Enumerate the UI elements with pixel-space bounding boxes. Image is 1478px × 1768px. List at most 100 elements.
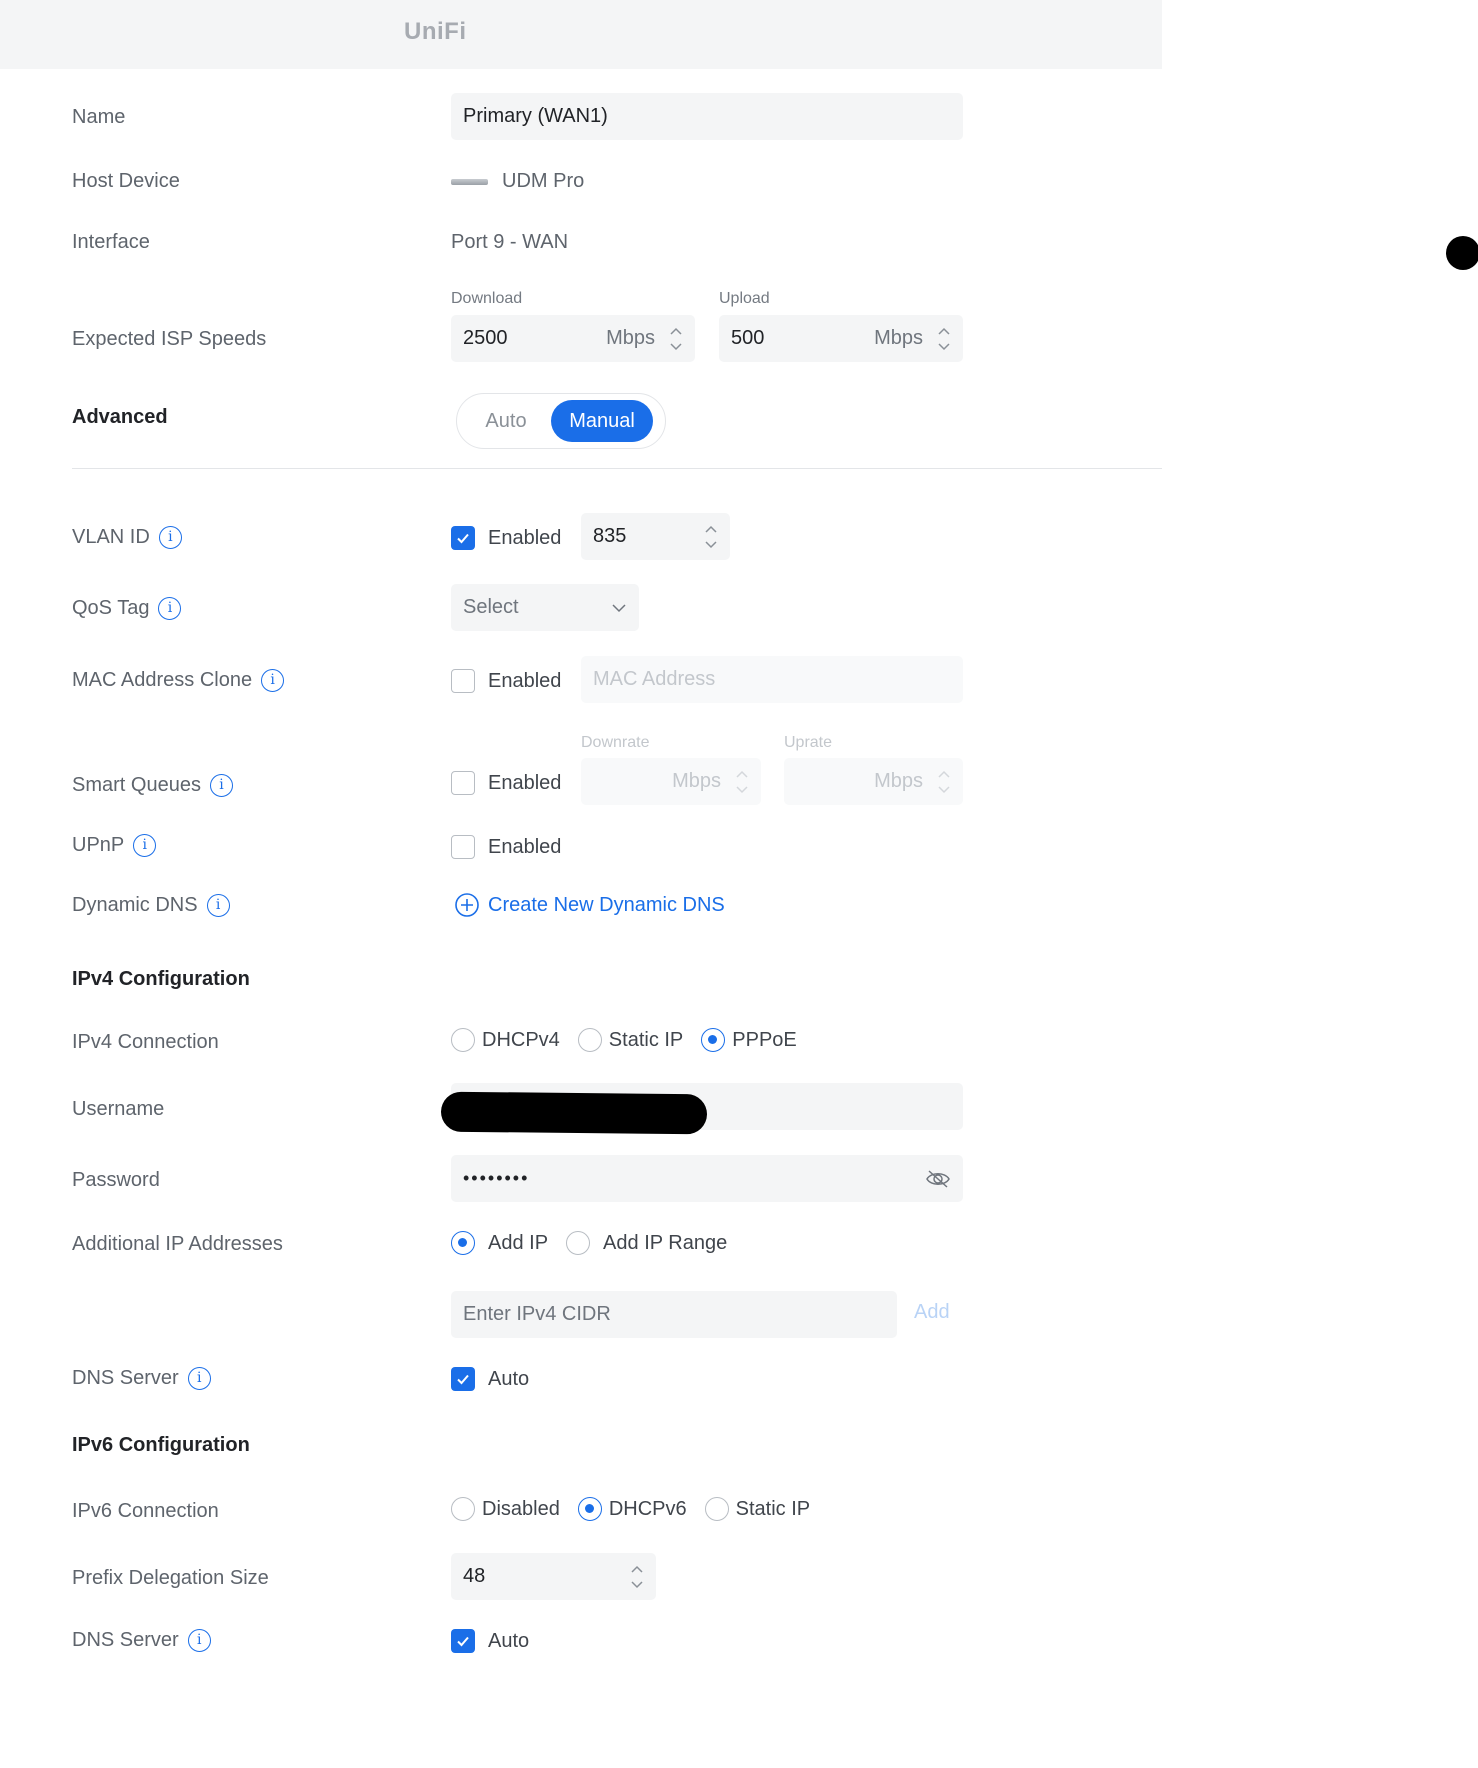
chevron-down-icon[interactable] (937, 342, 951, 352)
ipv4-radio-pppoe[interactable]: PPPoE (701, 1028, 797, 1052)
vlan-enabled-checkbox[interactable]: Enabled (451, 526, 561, 550)
ipv6-radio-disabled[interactable]: Disabled (451, 1497, 560, 1521)
info-icon[interactable]: i (158, 526, 182, 549)
host-device-name: UDM Pro (502, 170, 585, 192)
chevron-up-icon[interactable] (669, 326, 683, 336)
chevron-up-icon[interactable] (937, 769, 951, 779)
info-icon[interactable]: i (261, 669, 285, 692)
prefix-stepper[interactable] (630, 1564, 644, 1590)
mac-clone-label: MAC Address Clone i (72, 669, 285, 692)
mac-clone-checkbox[interactable]: Enabled (451, 669, 561, 693)
info-icon[interactable]: i (187, 1367, 211, 1390)
advanced-manual-option[interactable]: Manual (551, 400, 653, 442)
vlan-id-input[interactable]: 835 (581, 513, 730, 560)
mac-address-input[interactable]: MAC Address (581, 656, 963, 703)
radio-unselected-icon[interactable] (451, 1497, 475, 1521)
chevron-up-icon[interactable] (630, 1564, 644, 1574)
download-stepper[interactable] (669, 326, 683, 352)
info-icon[interactable]: i (187, 1629, 211, 1652)
ipv4-dns-label-text: DNS Server (72, 1367, 179, 1389)
additional-ip-radio-group: Add IP Add IP Range (451, 1231, 745, 1255)
chevron-down-icon[interactable] (704, 540, 718, 550)
upload-speed-input[interactable]: 500 Mbps (719, 315, 963, 362)
ipv6-dns-label: DNS Server i (72, 1629, 211, 1652)
smart-queues-label: Smart Queues i (72, 774, 233, 797)
plus-circle-icon (455, 893, 479, 917)
advanced-mode-toggle[interactable]: Auto Manual (456, 393, 666, 449)
radio-selected-icon[interactable] (701, 1028, 726, 1052)
info-icon[interactable]: i (206, 894, 230, 917)
ipv6-radio-static-ip[interactable]: Static IP (704, 1497, 810, 1521)
add-ip-radio[interactable]: Add IP (451, 1231, 548, 1255)
interface-value: Port 9 - WAN (451, 231, 569, 253)
radio-label: Disabled (482, 1497, 560, 1520)
radio-label: DHCPv6 (608, 1497, 687, 1520)
upload-unit: Mbps (874, 327, 923, 349)
info-icon[interactable]: i (209, 774, 233, 797)
ipv6-radio-dhcpv6[interactable]: DHCPv6 (577, 1497, 687, 1521)
checkbox-checked-icon[interactable] (451, 1367, 475, 1391)
info-icon[interactable]: i (158, 597, 182, 620)
advanced-auto-option[interactable]: Auto (461, 400, 551, 442)
chevron-up-icon[interactable] (937, 326, 951, 336)
add-ip-button[interactable]: Add (914, 1301, 950, 1324)
upnp-label-text: UPnP (72, 834, 125, 856)
chevron-down-icon[interactable] (735, 785, 749, 795)
radio-selected-icon[interactable] (451, 1231, 475, 1255)
checkbox-unchecked-icon[interactable] (451, 771, 475, 795)
vlan-id-label: VLAN ID i (72, 526, 182, 549)
checkbox-unchecked-icon[interactable] (451, 669, 475, 693)
chevron-down-icon[interactable] (669, 342, 683, 352)
ipv4-radio-static-ip[interactable]: Static IP (577, 1028, 684, 1052)
create-dynamic-dns-link[interactable]: Create New Dynamic DNS (454, 892, 725, 918)
chevron-up-icon[interactable] (704, 524, 718, 534)
ipv4-radio-dhcpv4[interactable]: DHCPv4 (451, 1028, 560, 1052)
uprate-input[interactable]: Mbps (784, 758, 963, 805)
chevron-down-icon[interactable] (937, 785, 951, 795)
ipv6-connection-radio-group: Disabled DHCPv6 Static IP (451, 1497, 828, 1521)
radio-label: Add IP Range (603, 1231, 728, 1254)
vlan-id-value: 835 (593, 525, 627, 547)
radio-unselected-icon[interactable] (566, 1231, 591, 1255)
chevron-up-icon[interactable] (735, 769, 749, 779)
uprate-stepper[interactable] (937, 769, 951, 795)
upnp-enabled-label: Enabled (488, 835, 562, 858)
ipv4-dns-auto-checkbox[interactable]: Auto (451, 1367, 529, 1391)
upload-stepper[interactable] (937, 326, 951, 352)
ipv4-cidr-input[interactable]: Enter IPv4 CIDR (451, 1291, 897, 1338)
add-ip-range-radio[interactable]: Add IP Range (566, 1231, 727, 1255)
chevron-down-icon[interactable] (630, 1580, 644, 1590)
vlan-stepper[interactable] (704, 524, 718, 550)
checkbox-checked-icon[interactable] (451, 1629, 475, 1653)
info-icon[interactable]: i (133, 834, 157, 857)
radio-label: Static IP (608, 1028, 684, 1051)
downrate-label: Downrate (581, 734, 650, 751)
radio-unselected-icon[interactable] (451, 1028, 475, 1052)
smart-queues-checkbox[interactable]: Enabled (451, 771, 561, 795)
annotation-dot (1446, 236, 1478, 270)
download-speed-input[interactable]: 2500 Mbps (451, 315, 695, 362)
radio-unselected-icon[interactable] (704, 1497, 729, 1521)
downrate-input[interactable]: Mbps (581, 758, 761, 805)
radio-selected-icon[interactable] (577, 1497, 602, 1521)
ipv4-dns-auto-label: Auto (488, 1367, 530, 1390)
host-device-value: UDM Pro (451, 170, 584, 193)
ipv6-section-title: IPv6 Configuration (72, 1434, 250, 1456)
section-divider (72, 468, 1162, 469)
checkbox-unchecked-icon[interactable] (451, 835, 475, 859)
cidr-placeholder: Enter IPv4 CIDR (463, 1303, 611, 1325)
eye-off-icon[interactable] (925, 1168, 951, 1190)
password-value: •••••••• (463, 1168, 530, 1188)
ipv4-dns-label: DNS Server i (72, 1367, 211, 1390)
name-input[interactable]: Primary (WAN1) (451, 93, 963, 140)
upnp-checkbox[interactable]: Enabled (451, 835, 561, 859)
downrate-stepper[interactable] (735, 769, 749, 795)
download-label: Download (451, 290, 523, 307)
qos-tag-select[interactable]: Select (451, 584, 639, 631)
ipv4-connection-radio-group: DHCPv4 Static IP PPPoE (451, 1028, 815, 1052)
password-input[interactable]: •••••••• (451, 1155, 963, 1202)
radio-unselected-icon[interactable] (577, 1028, 602, 1052)
prefix-delegation-input[interactable]: 48 (451, 1553, 656, 1600)
checkbox-checked-icon[interactable] (451, 526, 475, 550)
ipv6-dns-auto-checkbox[interactable]: Auto (451, 1629, 529, 1653)
